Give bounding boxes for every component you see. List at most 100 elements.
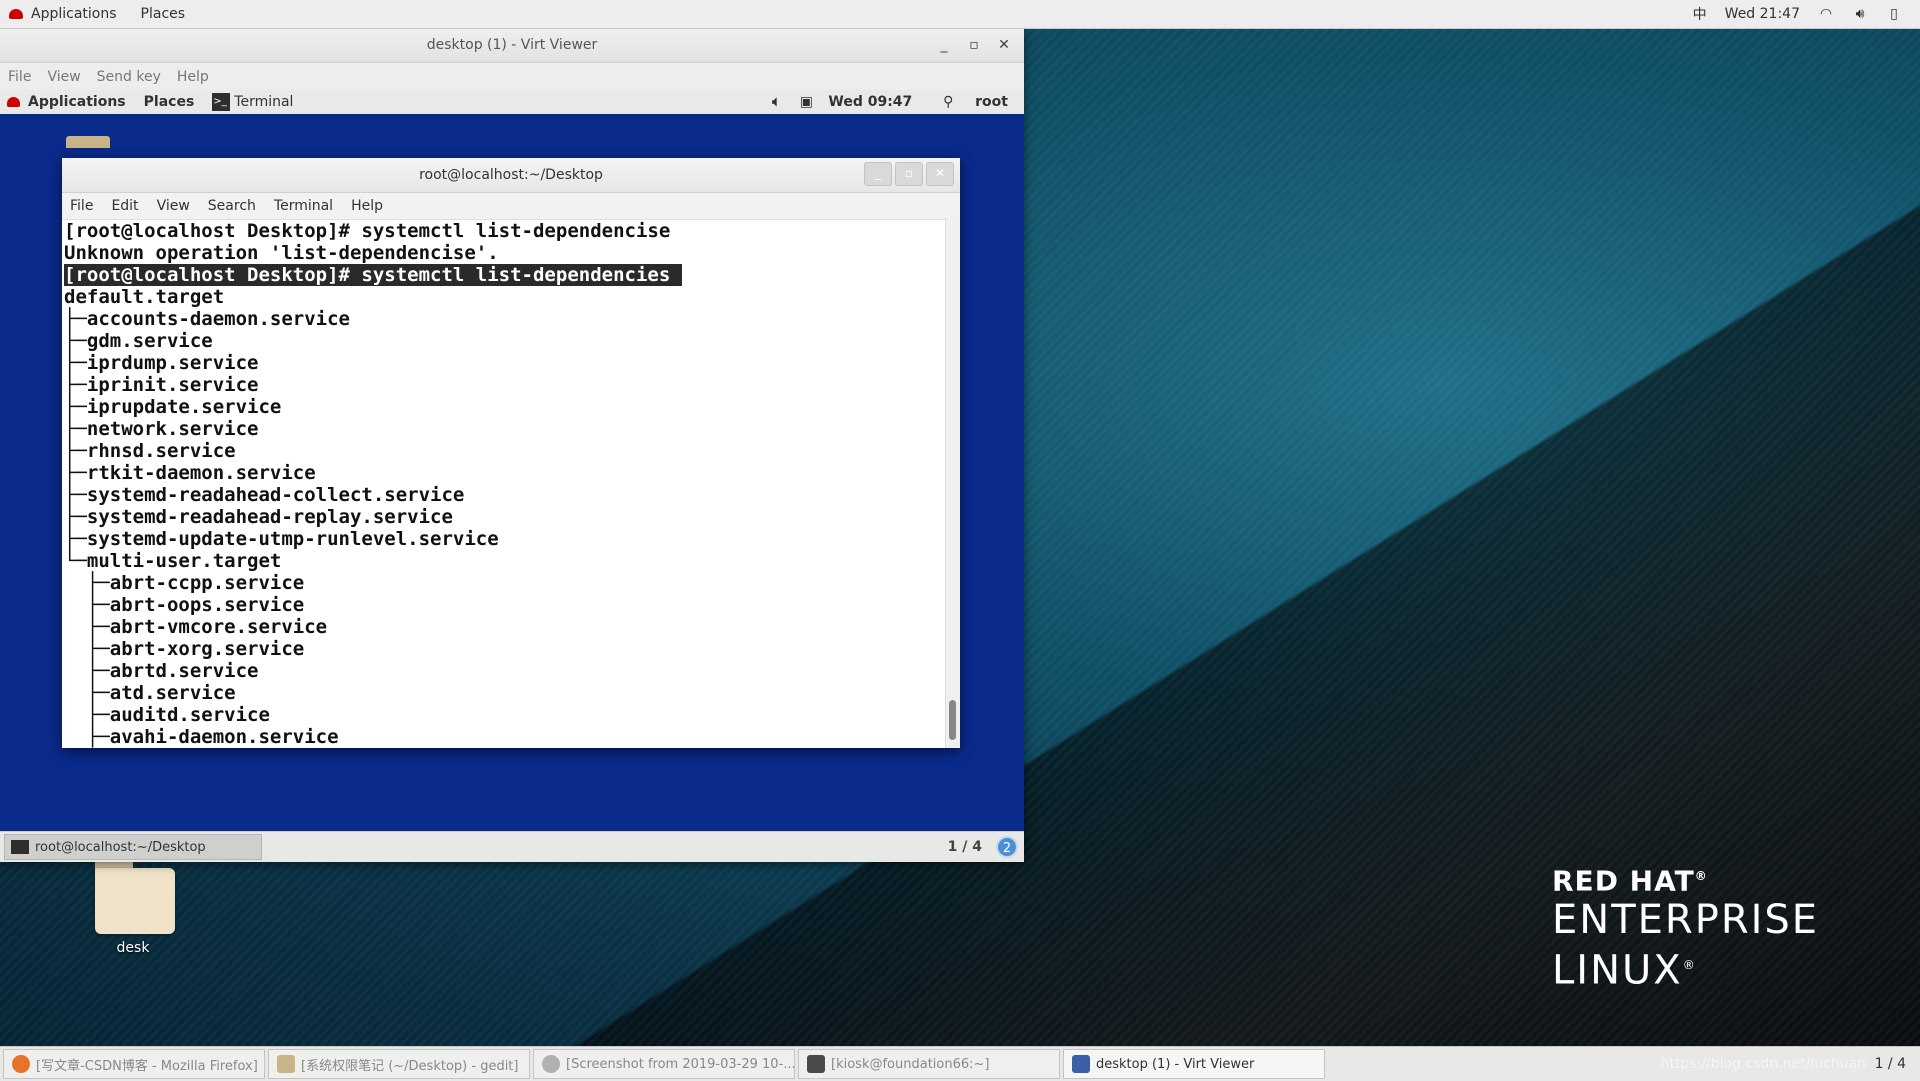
guest-top-bar: Applications Places >_ Terminal 🔈︎ ▣ Wed… bbox=[0, 90, 1024, 114]
term-menu-help[interactable]: Help bbox=[351, 198, 383, 214]
gedit-icon bbox=[277, 1055, 295, 1073]
terminal-title: root@localhost:~/Desktop bbox=[419, 167, 603, 183]
terminal-icon bbox=[11, 840, 29, 854]
volume-icon[interactable]: 🔊︎ bbox=[1852, 6, 1868, 22]
terminal-close-icon[interactable]: ✕ bbox=[926, 162, 954, 186]
terminal-line: ├─rtkit-daemon.service bbox=[64, 462, 316, 484]
taskbar-screenshot[interactable]: [Screenshot from 2019-03-29 10-... bbox=[533, 1049, 795, 1079]
host-taskbar: [写文章-CSDN博客 - Mozilla Firefox] [系统权限笔记 (… bbox=[0, 1046, 1920, 1081]
user-icon: ⚲ bbox=[943, 94, 954, 110]
terminal-line: ├─abrt-ccpp.service bbox=[64, 572, 305, 594]
guest-taskbar-terminal[interactable]: root@localhost:~/Desktop bbox=[4, 834, 262, 860]
taskbar-kiosk-label: [kiosk@foundation66:~] bbox=[831, 1056, 990, 1072]
logo-line-1: RED HAT® bbox=[1552, 864, 1708, 898]
terminal-line: ├─atd.service bbox=[64, 682, 236, 704]
host-applications-menu[interactable]: Applications bbox=[31, 6, 117, 22]
vv-menu-help[interactable]: Help bbox=[177, 69, 209, 85]
guest-redhat-icon bbox=[7, 97, 20, 107]
terminal-line: ├─network.service bbox=[64, 418, 259, 440]
term-menu-view[interactable]: View bbox=[157, 198, 190, 214]
terminal-line-selected: [root@localhost Desktop]# systemctl list… bbox=[64, 264, 944, 286]
terminal-line: ├─gdm.service bbox=[64, 330, 213, 352]
terminal-line: ├─auditd.service bbox=[64, 704, 270, 726]
close-icon[interactable]: ✕ bbox=[990, 28, 1018, 62]
taskbar-firefox-label: [写文章-CSDN博客 - Mozilla Firefox] bbox=[36, 1058, 258, 1074]
term-menu-search[interactable]: Search bbox=[208, 198, 256, 214]
redhat-icon bbox=[9, 9, 23, 19]
term-menu-terminal[interactable]: Terminal bbox=[274, 198, 333, 214]
term-menu-edit[interactable]: Edit bbox=[111, 198, 138, 214]
logo-line-2: ENTERPRISE bbox=[1552, 897, 1820, 944]
guest-user-menu[interactable]: ⚲ root bbox=[926, 94, 1008, 110]
guest-terminal-app[interactable]: >_ Terminal bbox=[212, 93, 293, 111]
host-workspace-indicator[interactable]: 1 / 4 bbox=[1875, 1056, 1906, 1072]
guest-user-label: root bbox=[975, 94, 1008, 110]
guest-notification-badge[interactable]: 2 bbox=[996, 836, 1018, 858]
terminal-minimize-icon[interactable]: _ bbox=[864, 162, 892, 186]
terminal-line: ├─accounts-daemon.service bbox=[64, 308, 350, 330]
host-top-bar: Applications Places 中 Wed 21:47 ◠ 🔊︎ ▯ bbox=[0, 0, 1920, 29]
taskbar-virt-viewer-label: desktop (1) - Virt Viewer bbox=[1096, 1056, 1255, 1072]
folder-label: desk bbox=[116, 940, 150, 956]
firefox-icon bbox=[12, 1055, 30, 1073]
term-menu-file[interactable]: File bbox=[70, 198, 93, 214]
selected-command-text: [root@localhost Desktop]# systemctl list… bbox=[64, 264, 682, 286]
terminal-maximize-icon[interactable]: ▫ bbox=[895, 162, 923, 186]
virt-viewer-titlebar[interactable]: desktop (1) - Virt Viewer _ ▫ ✕ bbox=[0, 28, 1024, 63]
guest-applications-menu[interactable]: Applications bbox=[28, 94, 126, 110]
taskbar-screenshot-label: [Screenshot from 2019-03-29 10-... bbox=[566, 1056, 795, 1072]
terminal-line: ├─abrt-oops.service bbox=[64, 594, 305, 616]
host-places-menu[interactable]: Places bbox=[141, 6, 186, 22]
terminal-line: ├─iprupdate.service bbox=[64, 396, 282, 418]
virt-viewer-title: desktop (1) - Virt Viewer bbox=[426, 37, 598, 53]
redhat-enterprise-linux-logo: RED HAT® ENTERPRISE LINUX® bbox=[1552, 860, 1819, 993]
virt-viewer-icon bbox=[1072, 1055, 1090, 1073]
terminal-menubar: File Edit View Search Terminal Help bbox=[62, 193, 960, 220]
desktop-folder-desk[interactable]: desk bbox=[86, 858, 180, 956]
terminal-line: ├─avahi-daemon.service bbox=[64, 726, 339, 748]
host-clock[interactable]: Wed 21:47 bbox=[1725, 6, 1800, 22]
terminal-line: ├─iprdump.service bbox=[64, 352, 259, 374]
terminal-line: ├─systemd-readahead-replay.service bbox=[64, 506, 453, 528]
minimize-icon[interactable]: _ bbox=[930, 28, 958, 62]
terminal-scrollbar[interactable] bbox=[945, 218, 960, 748]
terminal-line: ├─iprinit.service bbox=[64, 374, 259, 396]
virt-viewer-menubar: File View Send key Help bbox=[0, 63, 1024, 91]
watermark-text: https://blog.csdn.net/luchuan bbox=[1660, 1056, 1866, 1072]
vv-menu-view[interactable]: View bbox=[47, 69, 80, 85]
terminal-icon bbox=[807, 1055, 825, 1073]
terminal-line: [root@localhost Desktop]# systemctl list… bbox=[64, 220, 671, 242]
terminal-window: root@localhost:~/Desktop _ ▫ ✕ File Edit… bbox=[62, 158, 960, 748]
taskbar-kiosk-terminal[interactable]: [kiosk@foundation66:~] bbox=[798, 1049, 1060, 1079]
guest-clock[interactable]: Wed 09:47 bbox=[828, 94, 912, 110]
taskbar-gedit-label: [系统权限笔记 (~/Desktop) - gedit] bbox=[301, 1058, 519, 1074]
taskbar-gedit[interactable]: [系统权限笔记 (~/Desktop) - gedit] bbox=[268, 1049, 530, 1079]
guest-volume-icon[interactable]: 🔈︎ bbox=[768, 94, 784, 110]
vv-menu-send-key[interactable]: Send key bbox=[97, 69, 161, 85]
terminal-line: └─multi-user.target bbox=[64, 550, 282, 572]
terminal-line: ├─rhnsd.service bbox=[64, 440, 236, 462]
terminal-titlebar[interactable]: root@localhost:~/Desktop _ ▫ ✕ bbox=[62, 158, 960, 193]
terminal-line: ├─abrt-xorg.service bbox=[64, 638, 305, 660]
guest-task-label: root@localhost:~/Desktop bbox=[35, 839, 206, 855]
taskbar-virt-viewer[interactable]: desktop (1) - Virt Viewer bbox=[1063, 1049, 1325, 1079]
guest-places-menu[interactable]: Places bbox=[144, 94, 195, 110]
guest-network-icon[interactable]: ▣ bbox=[798, 94, 814, 110]
terminal-line: ├─abrtd.service bbox=[64, 660, 259, 682]
battery-icon[interactable]: ▯ bbox=[1886, 6, 1902, 22]
maximize-icon[interactable]: ▫ bbox=[960, 28, 988, 62]
guest-terminal-label: Terminal bbox=[234, 94, 294, 110]
guest-workspace-indicator[interactable]: 1 / 4 bbox=[948, 839, 982, 855]
guest-folder-icon[interactable] bbox=[66, 136, 110, 148]
guest-bottom-bar: root@localhost:~/Desktop 1 / 4 2 bbox=[0, 831, 1024, 862]
terminal-scrollbar-thumb[interactable] bbox=[949, 700, 956, 740]
vv-menu-file[interactable]: File bbox=[8, 69, 31, 85]
logo-line-3: LINUX® bbox=[1552, 947, 1697, 994]
terminal-output[interactable]: [root@localhost Desktop]# systemctl list… bbox=[62, 218, 946, 748]
wifi-icon[interactable]: ◠ bbox=[1818, 6, 1834, 22]
taskbar-firefox[interactable]: [写文章-CSDN博客 - Mozilla Firefox] bbox=[3, 1049, 265, 1079]
terminal-line: ├─abrt-vmcore.service bbox=[64, 616, 328, 638]
input-method-indicator[interactable]: 中 bbox=[1693, 4, 1707, 24]
terminal-line: Unknown operation 'list-dependencise'. bbox=[64, 242, 499, 264]
terminal-line: default.target bbox=[64, 286, 225, 308]
